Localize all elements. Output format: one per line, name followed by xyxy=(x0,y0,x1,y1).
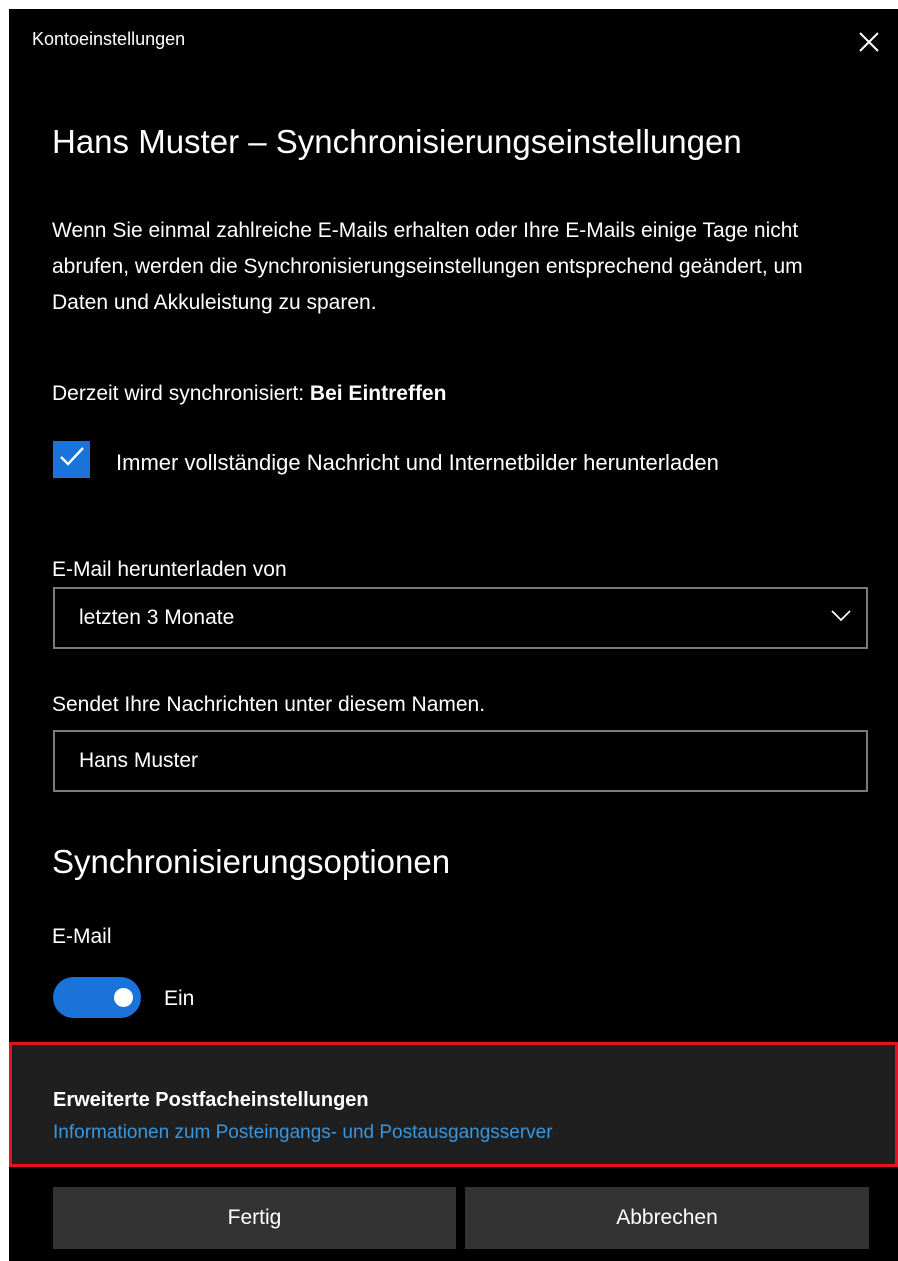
sync-description: Wenn Sie einmal zahlreiche E-Mails erhal… xyxy=(52,219,803,314)
window-title: Kontoeinstellungen xyxy=(32,29,186,49)
advanced-settings-title: Erweiterte Postfacheinstellungen xyxy=(53,1089,369,1111)
download-full-message-label: Immer vollständige Nachricht und Interne… xyxy=(116,450,719,475)
download-from-value: letzten 3 Monate xyxy=(79,606,235,629)
download-from-select[interactable]: letzten 3 Monate xyxy=(53,587,868,649)
close-icon xyxy=(854,27,884,57)
checkmark-icon xyxy=(58,443,86,476)
server-info-link[interactable]: Informationen zum Posteingangs- und Post… xyxy=(53,1120,553,1146)
sender-name-input[interactable] xyxy=(53,730,868,792)
email-toggle-state: Ein xyxy=(164,987,195,1010)
email-sync-toggle[interactable] xyxy=(53,977,141,1018)
sync-options-title: Synchronisierungsoptionen xyxy=(52,843,451,880)
account-settings-dialog: Kontoeinstellungen Hans Muster – Synchro… xyxy=(9,9,898,1261)
done-button[interactable]: Fertig xyxy=(53,1187,456,1249)
email-sync-label: E-Mail xyxy=(52,925,112,948)
current-sync-status: Derzeit wird synchronisiert: Bei Eintref… xyxy=(52,379,446,409)
cancel-button[interactable]: Abbrechen xyxy=(465,1187,869,1249)
close-button[interactable] xyxy=(854,27,884,57)
advanced-mailbox-settings[interactable]: Erweiterte Postfacheinstellungen Informa… xyxy=(9,1042,898,1167)
download-from-label: E-Mail herunterladen von xyxy=(52,558,287,581)
current-sync-label: Derzeit wird synchronisiert: xyxy=(52,382,305,405)
toggle-knob xyxy=(114,988,133,1007)
sender-name-label: Sendet Ihre Nachrichten unter diesem Nam… xyxy=(52,693,486,716)
download-full-message-checkbox[interactable] xyxy=(53,441,90,478)
chevron-down-icon xyxy=(830,609,852,628)
current-sync-value: Bei Eintreffen xyxy=(309,382,447,405)
page-title: Hans Muster – Synchronisierungseinstellu… xyxy=(52,123,742,160)
